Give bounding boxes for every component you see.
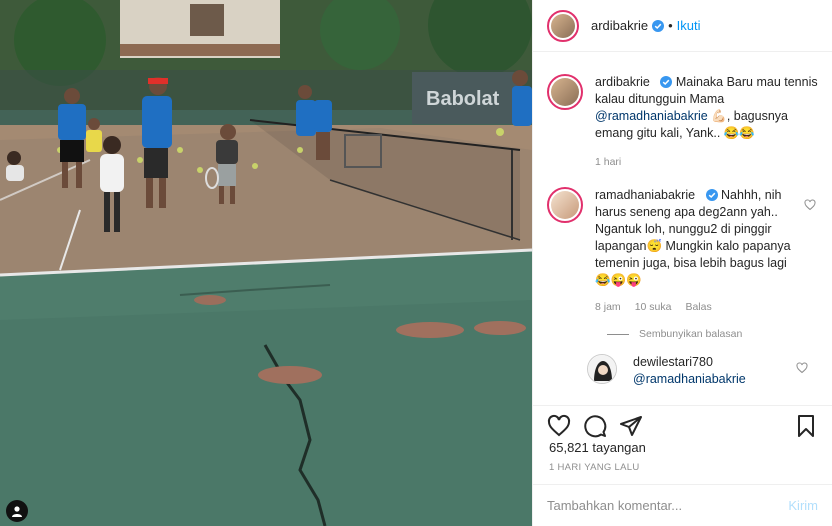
hide-replies-label: Sembunyikan balasan	[639, 328, 743, 340]
reply-username[interactable]: dewilestari780	[633, 354, 818, 371]
caption-time: 1 hari	[595, 156, 622, 168]
sponsor-banner-text: Babolat	[426, 88, 500, 110]
like-comment-heart-icon[interactable]	[804, 199, 816, 211]
author-avatar[interactable]	[547, 9, 579, 42]
separator-dot: •	[668, 18, 673, 33]
verified-badge-icon	[705, 189, 718, 201]
post-side-panel: ardibakrie • Ikuti ardibakrie Mainaka Ba…	[532, 0, 832, 526]
bookmark-icon[interactable]	[794, 414, 818, 438]
commenter-avatar[interactable]	[547, 187, 583, 223]
reply-mention-link[interactable]: @ramadhaniabakrie	[633, 371, 818, 388]
comment-icon[interactable]	[583, 414, 607, 438]
view-count[interactable]: 65,821 tayangan	[549, 440, 646, 455]
like-heart-icon[interactable]	[547, 414, 571, 438]
comment-likes[interactable]: 10 suka	[635, 299, 672, 316]
post-video[interactable]: Babolat	[0, 0, 532, 526]
tagged-users-button[interactable]	[6, 500, 28, 522]
caption: ardibakrie Mainaka Baru mau tennis kalau…	[547, 74, 818, 171]
reply-button[interactable]: Balas	[685, 299, 711, 316]
post-comment-button[interactable]: Kirim	[788, 498, 818, 513]
reply-item: dewilestari780 @ramadhaniabakrie	[587, 354, 818, 388]
comment-text: Nahhh, nih harus seneng apa deg2ann yah.…	[595, 188, 791, 287]
verified-badge-icon	[652, 19, 665, 32]
caption-username[interactable]: ardibakrie	[595, 75, 650, 89]
user-icon	[12, 506, 22, 517]
verified-badge-icon	[660, 76, 673, 88]
comments-list[interactable]: ardibakrie Mainaka Baru mau tennis kalau…	[533, 60, 832, 402]
add-comment-bar: Kirim	[533, 484, 832, 526]
post-actions	[533, 405, 832, 439]
post-date: 1 HARI YANG LALU	[549, 462, 640, 473]
comment-item: ramadhaniabakrie Nahhh, nih harus seneng…	[547, 187, 818, 316]
caption-mention-link[interactable]: @ramadhaniabakrie	[595, 109, 708, 123]
post-header: ardibakrie • Ikuti	[533, 0, 832, 52]
commenter-username[interactable]: ramadhaniabakrie	[595, 188, 695, 202]
comment-time: 8 jam	[595, 301, 621, 313]
like-reply-heart-icon[interactable]	[796, 362, 808, 374]
caption-author-avatar[interactable]	[547, 74, 583, 110]
reply-author-avatar[interactable]	[587, 354, 617, 384]
hide-replies-button[interactable]: Sembunyikan balasan	[607, 328, 818, 340]
comment-input[interactable]	[547, 498, 789, 513]
tennis-court-scene: Babolat	[0, 0, 532, 526]
author-username[interactable]: ardibakrie	[591, 18, 648, 33]
follow-button[interactable]: Ikuti	[677, 18, 701, 33]
child-yellow-shirt	[86, 118, 102, 152]
share-icon[interactable]	[619, 414, 643, 438]
